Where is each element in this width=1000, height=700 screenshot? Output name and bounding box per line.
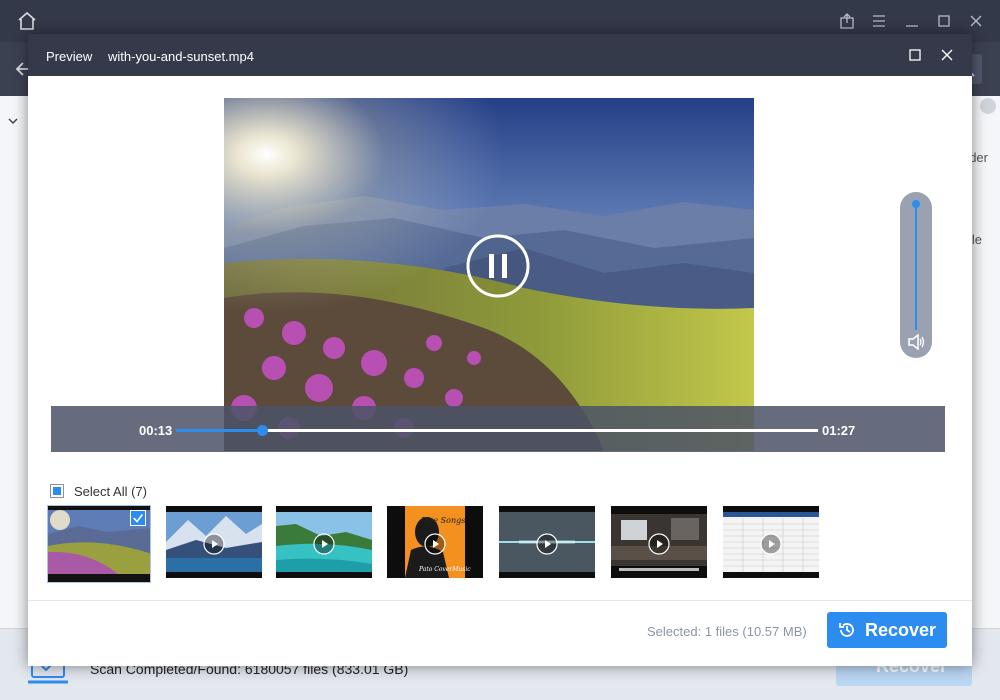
recover-button[interactable]: Recover	[827, 612, 947, 648]
speaker-icon[interactable]	[907, 334, 925, 350]
current-time: 00:13	[139, 423, 173, 438]
seek-progress	[176, 429, 263, 432]
preview-dialog: Preview with-you-and-sunset.mp4 00:13 01…	[28, 34, 972, 666]
recover-label: Recover	[865, 619, 937, 640]
side-label-1: der	[969, 150, 988, 165]
volume-handle[interactable]	[912, 200, 920, 208]
file-name: with-you-and-sunset.mp4	[108, 49, 254, 64]
close-icon[interactable]	[940, 48, 954, 62]
play-icon[interactable]	[648, 533, 670, 555]
menu-icon[interactable]	[870, 12, 888, 30]
playback-bar: 00:13 01:27	[51, 406, 945, 452]
dialog-header: Preview with-you-and-sunset.mp4	[28, 34, 972, 76]
seek-slider[interactable]	[176, 425, 818, 436]
select-all-label: Select All (7)	[74, 483, 147, 499]
home-icon[interactable]	[16, 10, 38, 32]
play-icon[interactable]	[536, 533, 558, 555]
volume-level	[915, 204, 917, 330]
total-time: 01:27	[822, 423, 856, 438]
minimize-icon[interactable]	[903, 12, 921, 30]
selected-files-info: Selected: 1 files (10.57 MB)	[647, 624, 807, 639]
album-text-line-1: Live Songs	[421, 516, 466, 525]
select-all[interactable]: Select All (7)	[50, 482, 147, 500]
select-all-checkbox[interactable]	[50, 484, 64, 498]
thumbnail-strip: Live Songs Pato CoverMusic	[28, 505, 972, 586]
checkbox-partial-mark	[53, 487, 61, 495]
restore-history-icon	[839, 623, 854, 637]
dialog-title: Preview	[46, 49, 93, 64]
play-icon[interactable]	[313, 533, 335, 555]
thumbnail-turquoise-coast[interactable]	[276, 506, 372, 578]
pause-icon[interactable]	[465, 233, 531, 299]
thumbnail-spreadsheet[interactable]	[723, 506, 819, 578]
play-icon[interactable]	[424, 533, 446, 555]
thumbnail-album-cover[interactable]: Live Songs Pato CoverMusic	[387, 506, 483, 578]
dialog-footer: Selected: 1 files (10.57 MB) Recover	[28, 600, 972, 666]
thumbnail-waveform[interactable]	[499, 506, 595, 578]
album-text-line-2: Pato CoverMusic	[419, 566, 471, 573]
play-icon[interactable]	[203, 533, 225, 555]
volume-slider[interactable]	[900, 192, 932, 358]
chevron-down-icon[interactable]	[6, 114, 20, 128]
checked-icon	[130, 510, 146, 526]
dismiss-icon[interactable]	[980, 98, 996, 114]
seek-handle[interactable]	[257, 425, 269, 436]
share-icon[interactable]	[838, 12, 856, 30]
close-icon[interactable]	[967, 12, 985, 30]
thumbnail-mountain-sunset[interactable]	[47, 505, 151, 583]
maximize-icon[interactable]	[935, 12, 953, 30]
thumbnail-lake-mountains[interactable]	[166, 506, 262, 578]
maximize-icon[interactable]	[908, 48, 922, 62]
thumbnail-desk-tutorial[interactable]	[611, 506, 707, 578]
play-icon[interactable]	[760, 533, 782, 555]
